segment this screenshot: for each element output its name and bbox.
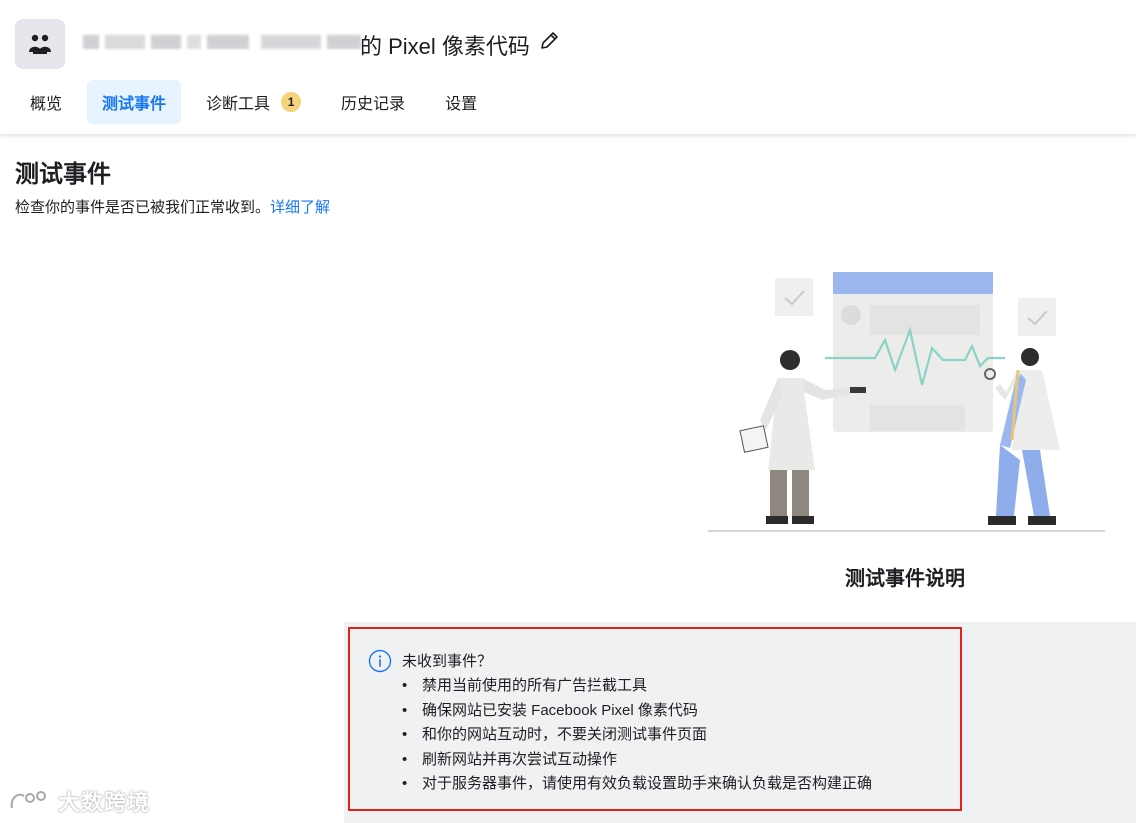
- page-header-title: 的 Pixel 像素代码: [360, 34, 530, 59]
- page-subtitle: 检查你的事件是否已被我们正常收到。详细了解: [15, 196, 330, 217]
- tab-diagnostics[interactable]: 诊断工具 1: [191, 80, 316, 124]
- info-icon: [368, 649, 392, 673]
- list-item: • 和你的网站互动时，不要关闭测试事件页面: [402, 726, 708, 743]
- list-item: • 禁用当前使用的所有广告拦截工具: [402, 677, 648, 694]
- notification-badge: 1: [281, 92, 302, 112]
- tab-label: 设置: [445, 96, 478, 113]
- list-item: • 确保网站已安装 Facebook Pixel 像素代码: [402, 701, 698, 719]
- people-icon: [15, 19, 65, 69]
- list-item-text: 刷新网站并再次尝试互动操作: [422, 750, 618, 768]
- test-events-illustration: [708, 272, 1105, 532]
- watermark: 大数跨境: [8, 785, 150, 817]
- watermark-text: 大数跨境: [58, 790, 151, 815]
- list-item-text: 确保网站已安装 Facebook Pixel 像素代码: [422, 701, 698, 719]
- list-item-text: 对于服务器事件，请使用有效负载设置助手来确认负载是否构建正确: [422, 775, 873, 792]
- list-item-text: 和你的网站互动时，不要关闭测试事件页面: [422, 726, 708, 743]
- tab-label: 测试事件: [102, 96, 167, 113]
- tab-test-events[interactable]: 测试事件: [87, 80, 182, 124]
- tab-bar: 概览 测试事件 诊断工具 1 历史记录 设置: [15, 80, 502, 124]
- pixel-header: 的 Pixel 像素代码 概览 测试事件 诊断工具 1 历史记录 设置: [0, 0, 1136, 134]
- no-events-alert: 未收到事件？ • 禁用当前使用的所有广告拦截工具 • 确保网站已安装 Faceboo…: [348, 627, 962, 811]
- tab-label: 诊断工具: [206, 96, 271, 113]
- tab-overview[interactable]: 概览: [15, 80, 77, 124]
- tab-settings[interactable]: 设置: [430, 80, 492, 124]
- pencil-icon[interactable]: [538, 30, 560, 52]
- watermark-logo-icon: [10, 791, 46, 809]
- alert-list: • 禁用当前使用的所有广告拦截工具 • 确保网站已安装 Facebook Pixel…: [402, 674, 872, 797]
- learn-more-link[interactable]: 详细了解: [270, 199, 330, 216]
- alert-title: 未收到事件？: [402, 653, 493, 670]
- redacted-pixel-name: [83, 35, 361, 49]
- list-item-text: 禁用当前使用的所有广告拦截工具: [422, 677, 648, 694]
- illustration-caption: 测试事件说明: [845, 568, 965, 590]
- subtitle-text: 检查你的事件是否已被我们正常收到。: [15, 199, 271, 216]
- page-title: 测试事件: [15, 161, 111, 188]
- tab-label: 历史记录: [341, 96, 406, 113]
- list-item: • 刷新网站并再次尝试互动操作: [402, 750, 618, 768]
- tab-label: 概览: [30, 96, 63, 113]
- tab-history[interactable]: 历史记录: [326, 80, 420, 124]
- list-item: • 对于服务器事件，请使用有效负载设置助手来确认负载是否构建正确: [402, 775, 873, 792]
